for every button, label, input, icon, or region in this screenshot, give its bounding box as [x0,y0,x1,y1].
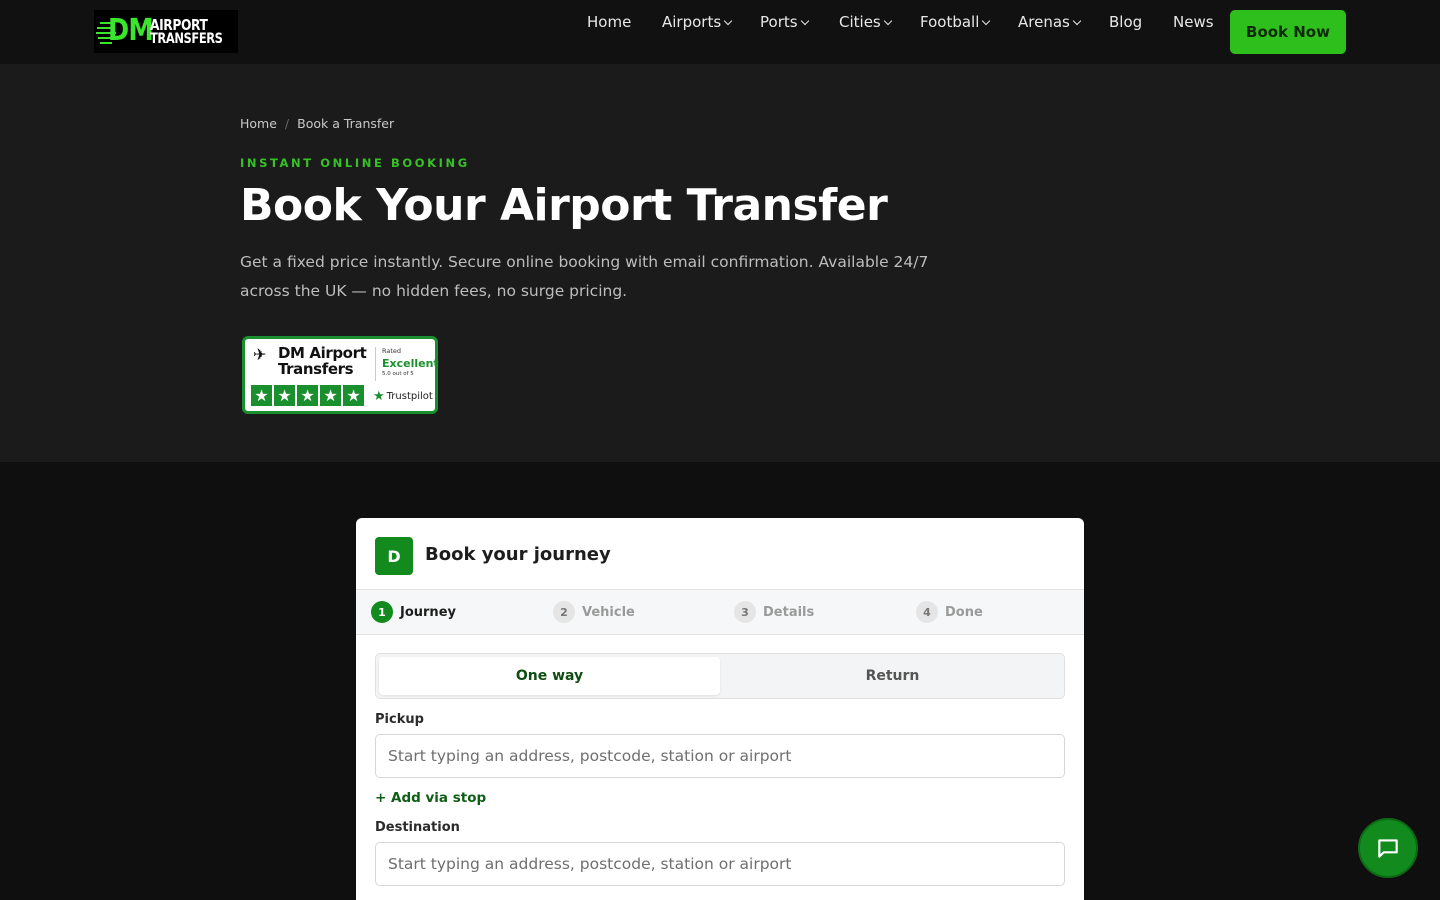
step-vehicle[interactable]: 2 Vehicle [553,601,635,623]
chevron-down-icon [982,16,991,25]
destination-input[interactable] [375,842,1065,886]
logo-wordmark: AIRPORT TRANSFERS [149,15,223,47]
booking-card-header: D Book your journey [356,518,1084,590]
nav-news[interactable]: News [1173,0,1214,44]
pickup-label: Pickup [375,712,424,727]
trustpilot-logo: ★ Trustpilot [373,389,433,404]
trustpilot-company-name: DM Airport Transfers [278,344,367,378]
airplane-icon: ✈ [253,345,267,364]
site-logo[interactable]: DM AIRPORT TRANSFERS [94,10,238,53]
chat-button[interactable] [1358,818,1418,878]
star-icon: ★ [343,385,364,406]
logo-initials: DM [108,13,154,48]
pickup-input[interactable] [375,734,1065,778]
step-details[interactable]: 3 Details [734,601,814,623]
hero-eyebrow: INSTANT ONLINE BOOKING [240,156,470,170]
star-icon: ★ [274,385,295,406]
destination-label: Destination [375,820,460,835]
chat-bubble-icon [1378,839,1398,858]
trustpilot-badge[interactable]: ✈ DM Airport Transfers Rated Excellent 5… [242,336,439,414]
nav-home[interactable]: Home [587,0,631,44]
badge-divider [375,347,376,381]
chevron-down-icon [800,16,809,25]
hero-section: Home / Book a Transfer INSTANT ONLINE BO… [0,64,1440,462]
nav-football[interactable]: Football [920,0,991,44]
breadcrumb-separator: / [284,116,290,131]
star-icon: ★ [251,385,272,406]
trip-type-toggle: One way Return [375,653,1065,699]
star-icon: ★ [320,385,341,406]
trustpilot-rated-label: Rated [382,347,402,355]
page-title: Book Your Airport Transfer [240,180,888,231]
top-navigation-bar: DM AIRPORT TRANSFERS Home Airports Ports… [0,0,1440,64]
booking-steps: 1 Journey 2 Vehicle 3 Details 4 Done [356,590,1084,635]
booking-card-title: Book your journey [425,544,611,565]
step-journey[interactable]: 1 Journey [371,601,456,623]
nav-airports[interactable]: Airports [662,0,733,44]
chevron-down-icon [723,16,733,25]
logo-mark: DM [94,10,154,53]
breadcrumb-home[interactable]: Home [240,116,277,131]
breadcrumb-current: Book a Transfer [297,116,395,131]
step-done[interactable]: 4 Done [916,601,983,623]
nav-cities[interactable]: Cities [839,0,892,44]
add-via-stop-link[interactable]: + Add via stop [375,790,486,806]
trustpilot-rating-word: Excellent [382,357,439,370]
chevron-down-icon [1072,16,1082,25]
book-now-button[interactable]: Book Now [1230,10,1346,54]
breadcrumb: Home / Book a Transfer [240,116,394,131]
booking-brand-badge: D [375,537,413,575]
chevron-down-icon [883,16,892,25]
trustpilot-stars: ★ ★ ★ ★ ★ [251,385,364,406]
star-icon: ★ [297,385,318,406]
nav-arenas[interactable]: Arenas [1018,0,1082,44]
trustpilot-score: 5.0 out of 5 [382,371,414,377]
booking-card: D Book your journey 1 Journey 2 Vehicle … [356,518,1084,900]
one-way-option[interactable]: One way [379,657,720,695]
nav-blog[interactable]: Blog [1109,0,1142,44]
hero-subtitle: Get a fixed price instantly. Secure onli… [240,253,929,300]
star-icon: ★ [373,389,385,404]
return-option[interactable]: Return [722,657,1063,695]
nav-ports[interactable]: Ports [760,0,809,44]
